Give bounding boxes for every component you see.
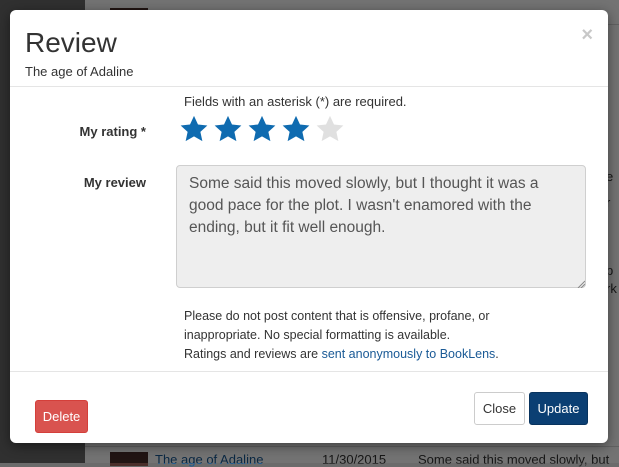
star-rating xyxy=(179,114,345,144)
review-help-text: Please do not post content that is offen… xyxy=(184,309,490,342)
update-button[interactable]: Update xyxy=(529,392,588,425)
modal-header: Review The age of Adaline × xyxy=(10,10,608,87)
review-textarea[interactable]: Some said this moved slowly, but I thoug… xyxy=(176,165,586,288)
resize-handle-icon[interactable] xyxy=(577,280,585,288)
star-icon[interactable] xyxy=(315,114,345,144)
privacy-prefix: Ratings and reviews are xyxy=(184,347,322,361)
required-fields-note: Fields with an asterisk (*) are required… xyxy=(184,94,407,109)
review-label: My review xyxy=(83,175,146,190)
rating-label: My rating * xyxy=(79,124,146,139)
review-modal: Review The age of Adaline × Fields with … xyxy=(10,10,608,443)
modal-footer: Delete Close Update xyxy=(10,371,608,443)
modal-body: Fields with an asterisk (*) are required… xyxy=(10,87,608,371)
privacy-note: Ratings and reviews are sent anonymously… xyxy=(184,347,499,361)
privacy-suffix: . xyxy=(495,347,499,361)
close-button[interactable]: Close xyxy=(474,392,525,425)
delete-button[interactable]: Delete xyxy=(35,400,88,433)
modal-title: Review xyxy=(25,27,117,58)
modal-subtitle: The age of Adaline xyxy=(25,64,134,79)
star-icon[interactable] xyxy=(247,114,277,144)
privacy-link[interactable]: sent anonymously to BookLens xyxy=(322,347,496,361)
close-icon[interactable]: × xyxy=(581,24,593,47)
star-icon[interactable] xyxy=(213,114,243,144)
star-icon[interactable] xyxy=(281,114,311,144)
star-icon[interactable] xyxy=(179,114,209,144)
